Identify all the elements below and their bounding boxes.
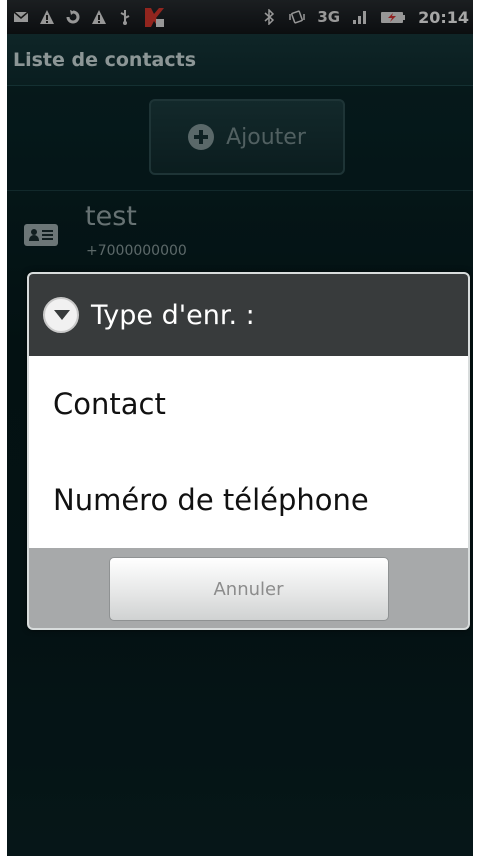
- phone-screen: 3G 20:14 Liste de contacts Ajouter test …: [7, 0, 473, 856]
- option-phone-number[interactable]: Numéro de téléphone: [29, 452, 468, 548]
- cancel-button[interactable]: Annuler: [108, 557, 389, 621]
- option-contact[interactable]: Contact: [29, 356, 468, 452]
- dialog-footer: Annuler: [29, 548, 468, 628]
- dialog-header: Type d'enr. :: [29, 274, 468, 356]
- dialog-options: Contact Numéro de téléphone: [29, 356, 468, 548]
- chevron-down-icon: [43, 297, 79, 333]
- dialog-title: Type d'enr. :: [91, 299, 255, 331]
- record-type-dialog: Type d'enr. : Contact Numéro de téléphon…: [27, 272, 470, 630]
